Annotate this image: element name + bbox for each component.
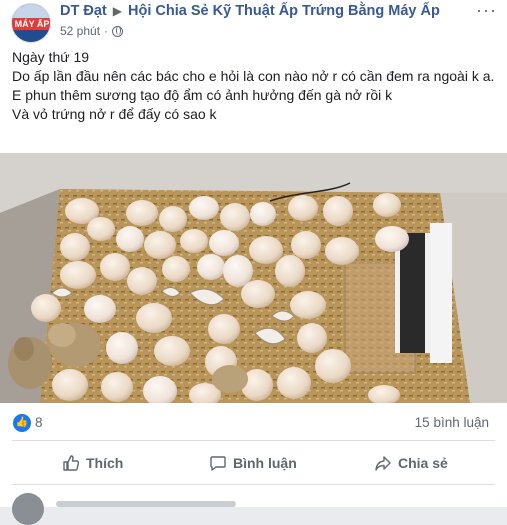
group-avatar[interactable]: MÁY ẤP <box>11 3 51 43</box>
comment-count[interactable]: 15 bình luận <box>415 415 489 430</box>
arrow-icon: ▶ <box>112 4 122 18</box>
post-line: Do ấp lần đầu nên các bác cho e hỏi là c… <box>12 68 495 84</box>
comment-button[interactable]: Bình luận <box>209 444 297 482</box>
comment-preview <box>0 488 507 525</box>
thumbs-up-icon <box>62 454 80 472</box>
more-options-button[interactable]: ··· <box>476 0 497 21</box>
incubator-photo <box>0 153 507 403</box>
reaction-bar: 👍 8 15 bình luận <box>0 406 507 440</box>
post-line: E phun thêm sương tạo độ ẩm có ảnh hưởng… <box>12 87 393 103</box>
author-name[interactable]: DT Đạt <box>60 3 107 19</box>
like-button[interactable]: Thích <box>62 444 123 482</box>
comment-preview-text <box>56 501 236 507</box>
group-name[interactable]: Hội Chia Sẻ Kỹ Thuật Ấp Trứng Bằng Máy Ấ… <box>128 3 440 19</box>
share-button[interactable]: Chia sẻ <box>374 444 448 482</box>
author-line: DT Đạt ▶ Hội Chia Sẻ Kỹ Thuật Ấp Trứng B… <box>60 3 440 19</box>
comment-icon <box>209 454 227 472</box>
post-line: Ngày thứ 19 <box>12 49 90 65</box>
like-label: Thích <box>86 455 124 471</box>
avatar-logo-text: MÁY ẤP <box>14 19 50 29</box>
action-bar: Thích Bình luận Chia sẻ <box>0 444 507 482</box>
post-meta: 52 phút · <box>60 24 124 38</box>
post-header: MÁY ẤP DT Đạt ▶ Hội Chia Sẻ Kỹ Thuật Ấp … <box>0 0 507 43</box>
commenter-avatar[interactable] <box>12 493 44 525</box>
divider <box>12 440 495 441</box>
globe-icon <box>112 25 124 37</box>
divider <box>12 484 495 485</box>
post-line: Và vỏ trứng nở r để đấy có sao k <box>12 106 217 122</box>
post-card: MÁY ẤP DT Đạt ▶ Hội Chia Sẻ Kỹ Thuật Ấp … <box>0 0 507 525</box>
like-icon: 👍 <box>13 414 31 432</box>
like-count[interactable]: 8 <box>35 415 43 430</box>
post-body: Ngày thứ 19 Do ấp lần đầu nên các bác ch… <box>12 48 497 124</box>
meta-dot: · <box>104 24 109 38</box>
post-photo[interactable] <box>0 153 507 403</box>
comment-label: Bình luận <box>233 455 297 471</box>
share-icon <box>374 454 392 472</box>
share-label: Chia sẻ <box>398 455 448 471</box>
post-time[interactable]: 52 phút <box>60 24 100 38</box>
